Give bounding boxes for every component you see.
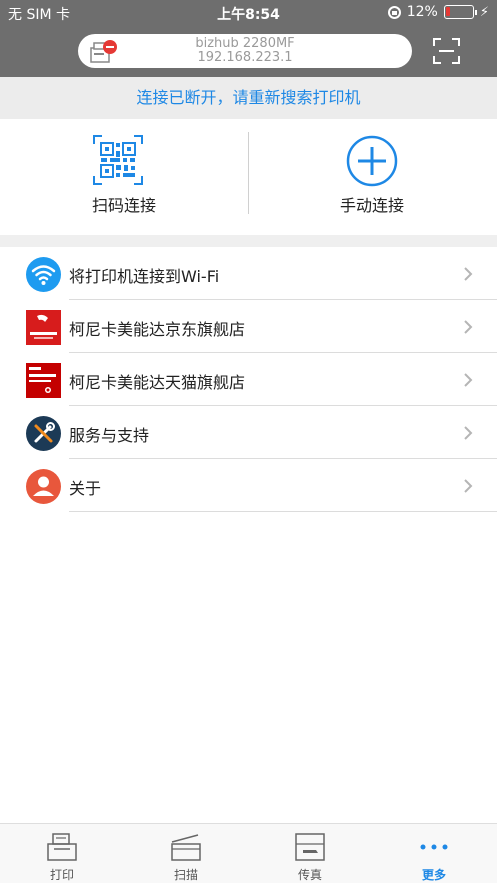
chevron-right-icon: [464, 373, 473, 387]
menu-list: 将打印机连接到Wi-Fi 柯尼卡美能达京东旗舰店 柯尼卡美能达天猫旗舰店 服务与…: [0, 247, 497, 512]
tab-label: 扫描: [173, 868, 198, 882]
printer-ip: 192.168.223.1: [197, 50, 293, 65]
printer-selector[interactable]: bizhub 2280MF 192.168.223.1: [78, 34, 412, 68]
tools-icon: [26, 416, 61, 451]
more-icon: [420, 844, 448, 850]
printer-info: bizhub 2280MF 192.168.223.1: [78, 37, 412, 65]
menu-item-jd-store[interactable]: 柯尼卡美能达京东旗舰店: [0, 300, 497, 353]
top-header: 无 SIM 卡 上午8:54 12% ⚡ bizhub 2280MF 192.1…: [0, 0, 497, 77]
user-icon: [26, 469, 61, 504]
section-gap: [0, 235, 497, 247]
menu-item-label: 柯尼卡美能达京东旗舰店: [69, 320, 246, 339]
menu-item-wifi[interactable]: 将打印机连接到Wi-Fi: [0, 247, 497, 300]
scan-code-connect-button[interactable]: 扫码连接: [0, 119, 248, 235]
battery-percent: 12%: [406, 4, 438, 20]
printer-name: bizhub 2280MF: [195, 36, 295, 51]
tab-fax[interactable]: 传真: [248, 824, 372, 883]
qr-code-icon: [93, 135, 143, 185]
menu-item-label: 关于: [69, 479, 102, 498]
tab-scan[interactable]: 扫描: [124, 824, 248, 883]
tab-more[interactable]: 更多: [372, 824, 496, 883]
chevron-right-icon: [464, 479, 473, 493]
menu-item-label: 服务与支持: [69, 426, 150, 445]
menu-item-service-support[interactable]: 服务与支持: [0, 406, 497, 459]
fax-icon: [295, 833, 325, 861]
quick-connect: 扫码连接 手动连接: [0, 119, 497, 235]
tab-label: 传真: [297, 868, 322, 882]
scan-frame-icon[interactable]: [433, 38, 460, 64]
row-separator: [69, 511, 497, 512]
tmall-store-icon: [26, 363, 61, 398]
wifi-icon: [26, 257, 61, 292]
menu-item-label: 柯尼卡美能达天猫旗舰店: [69, 373, 246, 392]
scan-code-connect-label: 扫码连接: [91, 196, 156, 215]
status-bar: 无 SIM 卡 上午8:54 12% ⚡: [0, 0, 497, 26]
chevron-right-icon: [464, 267, 473, 281]
manual-connect-label: 手动连接: [339, 196, 404, 215]
plus-circle-icon: [346, 135, 398, 187]
tab-bar: 打印 扫描 传真 更多: [0, 823, 497, 883]
chevron-right-icon: [464, 426, 473, 440]
manual-connect-button[interactable]: 手动连接: [248, 119, 496, 235]
scan-icon: [171, 834, 201, 861]
jd-store-icon: [26, 310, 61, 345]
tab-label: 更多: [421, 868, 446, 882]
charging-icon: ⚡: [479, 4, 489, 20]
menu-item-tmall-store[interactable]: 柯尼卡美能达天猫旗舰店: [0, 353, 497, 406]
tab-label: 打印: [49, 868, 74, 882]
tab-print[interactable]: 打印: [0, 824, 124, 883]
disconnected-banner[interactable]: 连接已断开，请重新搜索打印机: [0, 77, 497, 119]
rotation-lock-icon: [387, 5, 401, 19]
menu-item-label: 将打印机连接到Wi-Fi: [69, 267, 220, 286]
status-right: 12% ⚡: [387, 4, 489, 20]
battery-icon: [443, 5, 477, 19]
print-icon: [47, 833, 77, 861]
chevron-right-icon: [464, 320, 473, 334]
menu-item-about[interactable]: 关于: [0, 459, 497, 512]
